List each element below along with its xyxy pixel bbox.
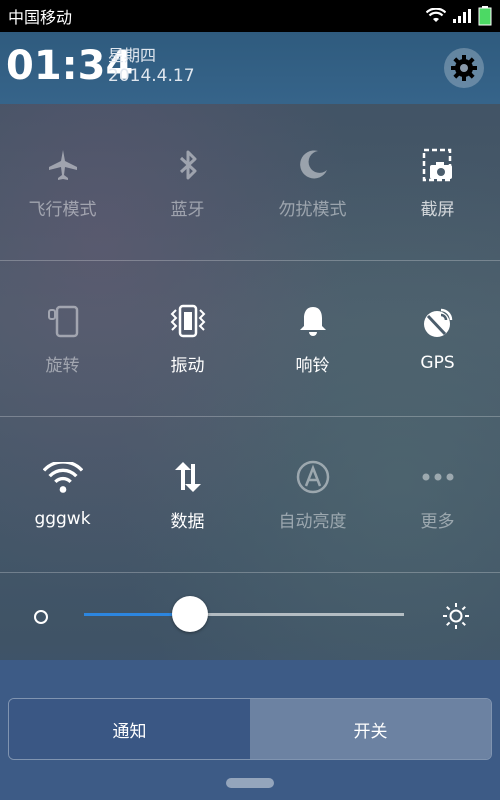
toggle-label: gggwk [34,509,91,529]
toggle-label: 数据 [170,511,205,532]
status-bar: 中国移动 [0,0,500,32]
toggle-row-2: 旋转 振动 响铃 GPS [0,260,500,417]
vibrate-icon [168,301,208,341]
signal-icon [453,9,471,23]
more-icon [418,457,458,497]
brightness-thumb[interactable] [171,596,208,632]
toggle-label: 蓝牙 [170,199,205,220]
brightness-slider-row [0,572,500,660]
toggle-label: 旋转 [45,355,80,376]
toggle-gps[interactable]: GPS [375,260,500,416]
battery-icon [478,6,492,26]
auto-brightness-icon [293,457,333,497]
toggle-label: 截屏 [420,199,455,220]
gear-icon [451,55,477,81]
toggle-label: 响铃 [295,355,330,376]
toggle-auto-brightness[interactable]: 自动亮度 [250,416,375,572]
brightness-low-icon [34,610,48,624]
status-icons [426,6,492,26]
bell-icon [293,301,333,341]
notification-header: 01:34 星期四 2014.4.17 [0,32,500,104]
toggle-mobile-data[interactable]: 数据 [125,416,250,572]
toggle-row-3: gggwk 数据 自动亮度 更多 [0,416,500,573]
toggle-bluetooth[interactable]: 蓝牙 [125,104,250,260]
toggle-more[interactable]: 更多 [375,416,500,572]
settings-button[interactable] [444,48,484,88]
toggle-label: 振动 [170,355,205,376]
drag-handle[interactable] [226,778,274,788]
toggle-wifi[interactable]: gggwk [0,416,125,572]
toggle-airplane-mode[interactable]: 飞行模式 [0,104,125,260]
weekday: 星期四 [108,46,157,65]
wifi-icon [42,459,83,499]
moon-icon [293,145,333,185]
tab-bar: 通知 开关 [8,698,492,760]
date: 2014.4.17 [108,66,195,86]
screenshot-icon [418,145,458,185]
toggle-label: 飞行模式 [28,199,97,220]
toggle-label: GPS [420,353,455,373]
toggle-vibrate[interactable]: 振动 [125,260,250,416]
tab-toggles[interactable]: 开关 [250,699,491,759]
rotate-icon [43,301,83,341]
date-block: 星期四 2014.4.17 [108,46,195,86]
wifi-icon [426,8,446,22]
brightness-high-icon [443,603,469,629]
toggle-do-not-disturb[interactable]: 勿扰模式 [250,104,375,260]
toggle-label: 更多 [420,511,455,532]
toggle-ringer[interactable]: 响铃 [250,260,375,416]
tab-notifications[interactable]: 通知 [9,699,250,759]
gps-icon [418,303,458,343]
toggle-label: 勿扰模式 [278,199,347,220]
airplane-icon [43,145,83,185]
carrier-name: 中国移动 [8,8,73,27]
bottom-tab-area: 通知 开关 [0,660,500,800]
toggle-row-1: 飞行模式 蓝牙 勿扰模式 截屏 [0,104,500,261]
data-icon [168,457,208,497]
bluetooth-icon [168,145,208,185]
toggle-rotate[interactable]: 旋转 [0,260,125,416]
toggle-screenshot[interactable]: 截屏 [375,104,500,260]
toggle-label: 自动亮度 [278,511,347,532]
